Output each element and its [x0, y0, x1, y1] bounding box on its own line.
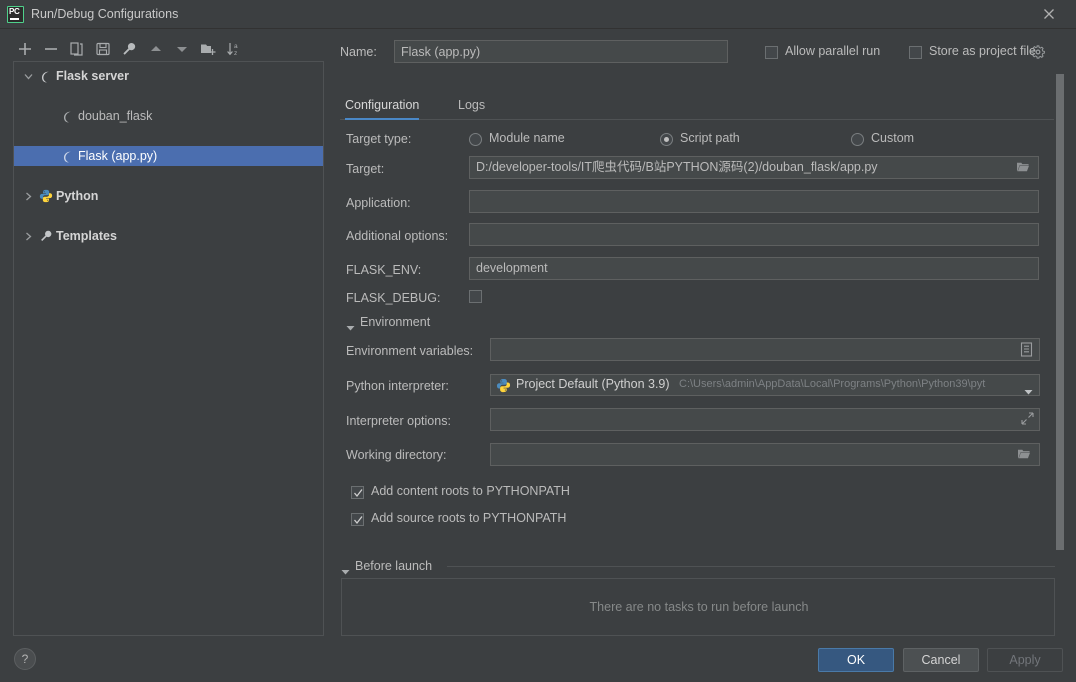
configurations-toolbar: a z — [10, 36, 325, 61]
new-folder-button[interactable] — [197, 36, 219, 60]
python-icon — [496, 378, 511, 396]
before-launch-task-list[interactable]: There are no tasks to run before launch — [341, 578, 1055, 636]
environment-variables-label: Environment variables: — [346, 344, 474, 358]
folder-icon[interactable] — [1017, 448, 1031, 463]
before-launch-empty-text: There are no tasks to run before launch — [589, 600, 809, 614]
tree-item-templates[interactable]: Templates — [14, 226, 323, 246]
triangle-down-icon — [341, 564, 350, 578]
svg-text:z: z — [234, 50, 237, 57]
save-configuration-button[interactable] — [92, 36, 114, 60]
flask-icon — [60, 106, 76, 126]
add-content-roots-label: Add content roots to PYTHONPATH — [371, 484, 570, 498]
copy-configuration-button[interactable] — [66, 36, 88, 60]
pycharm-icon-text: PC — [9, 7, 20, 16]
remove-configuration-button[interactable] — [40, 36, 62, 60]
checkbox-box — [765, 46, 778, 59]
flask-icon — [60, 146, 76, 166]
ok-button[interactable]: OK — [818, 648, 894, 672]
checkbox-box — [909, 46, 922, 59]
radio-label: Module name — [489, 131, 565, 145]
checkbox-box — [351, 486, 364, 499]
folder-icon[interactable] — [1016, 161, 1030, 176]
checkbox-box — [351, 513, 364, 526]
tree-item-label: Flask server — [56, 69, 129, 83]
chevron-down-icon[interactable] — [1024, 384, 1033, 398]
help-button-label: ? — [21, 652, 29, 666]
close-icon[interactable] — [1030, 0, 1068, 28]
flask-env-label: FLASK_ENV: — [346, 263, 422, 277]
radio-circle — [851, 133, 864, 146]
move-down-button[interactable] — [171, 36, 193, 60]
flask-debug-label: FLASK_DEBUG: — [346, 291, 441, 305]
tree-item-flask-app-py[interactable]: Flask (app.py) — [14, 146, 323, 166]
add-configuration-button[interactable] — [14, 36, 36, 60]
window-title: Run/Debug Configurations — [31, 7, 179, 21]
help-button[interactable]: ? — [14, 648, 36, 670]
application-label: Application: — [346, 196, 411, 210]
edit-templates-button[interactable] — [118, 36, 140, 60]
environment-section-label: Environment — [360, 315, 431, 329]
svg-text:a: a — [234, 43, 238, 50]
additional-options-input[interactable] — [469, 223, 1039, 246]
tab-configuration[interactable]: Configuration — [345, 92, 420, 120]
application-input[interactable] — [469, 190, 1039, 213]
tab-bar: Configuration Logs — [340, 92, 1055, 120]
interpreter-options-input[interactable] — [490, 408, 1040, 431]
radio-label: Custom — [871, 131, 915, 145]
before-launch-label: Before launch — [355, 559, 433, 573]
tree-item-label: Python — [56, 189, 99, 203]
section-divider — [447, 566, 1055, 567]
sort-configurations-button[interactable]: a z — [223, 36, 245, 60]
checkbox-box — [469, 290, 482, 303]
chevron-down-icon[interactable] — [22, 66, 34, 86]
store-as-project-file-label: Store as project file — [929, 44, 1036, 58]
wrench-icon — [38, 226, 54, 246]
apply-button[interactable]: Apply — [987, 648, 1063, 672]
chevron-right-icon[interactable] — [22, 226, 34, 246]
tree-item-flask-server[interactable]: Flask server — [14, 66, 323, 86]
cancel-button[interactable]: Cancel — [903, 648, 979, 672]
tree-item-douban-flask[interactable]: douban_flask — [14, 106, 323, 126]
python-interpreter-value: Project Default (Python 3.9) — [516, 377, 670, 391]
python-icon — [38, 186, 54, 206]
add-source-roots-label: Add source roots to PYTHONPATH — [371, 511, 567, 525]
target-type-label: Target type: — [346, 132, 412, 146]
target-label: Target: — [346, 162, 385, 176]
tree-item-python[interactable]: Python — [14, 186, 323, 206]
radio-dot — [664, 137, 669, 142]
pycharm-icon-bar — [10, 18, 19, 20]
python-interpreter-path: C:\Users\admin\AppData\Local\Programs\Py… — [679, 378, 986, 390]
chevron-right-icon[interactable] — [22, 186, 34, 206]
working-directory-label: Working directory: — [346, 448, 447, 462]
radio-circle — [469, 133, 482, 146]
vertical-scrollbar-track[interactable] — [1054, 64, 1064, 550]
additional-options-label: Additional options: — [346, 229, 449, 243]
tree-item-label: Flask (app.py) — [78, 149, 158, 163]
gear-icon[interactable] — [1031, 45, 1045, 62]
list-edit-icon[interactable] — [1020, 342, 1033, 360]
python-interpreter-combo[interactable]: Project Default (Python 3.9) C:\Users\ad… — [490, 374, 1040, 396]
tree-item-label: Templates — [56, 229, 117, 243]
name-input[interactable] — [394, 40, 728, 63]
target-input[interactable]: D:/developer-tools/IT爬虫代码/B站PYTHON源码(2)/… — [469, 156, 1039, 179]
radio-label: Script path — [680, 131, 740, 145]
expand-icon[interactable] — [1021, 412, 1034, 428]
name-label: Name: — [340, 45, 377, 59]
working-directory-input[interactable] — [490, 443, 1040, 466]
configurations-tree[interactable]: Flask server douban_flask Flask (app.py)… — [13, 61, 324, 636]
move-up-button[interactable] — [145, 36, 167, 60]
allow-parallel-run-label: Allow parallel run — [785, 44, 881, 58]
interpreter-options-label: Interpreter options: — [346, 414, 451, 428]
triangle-down-icon — [346, 320, 355, 334]
flask-icon — [38, 66, 54, 86]
pycharm-icon: PC — [7, 6, 24, 23]
tab-logs[interactable]: Logs — [458, 92, 485, 120]
flask-env-input[interactable]: development — [469, 257, 1039, 280]
title-bar: PC Run/Debug Configurations — [0, 0, 1076, 29]
python-interpreter-label: Python interpreter: — [346, 379, 449, 393]
vertical-scrollbar-thumb[interactable] — [1056, 74, 1064, 550]
environment-variables-input[interactable] — [490, 338, 1040, 361]
tree-item-label: douban_flask — [78, 109, 153, 123]
